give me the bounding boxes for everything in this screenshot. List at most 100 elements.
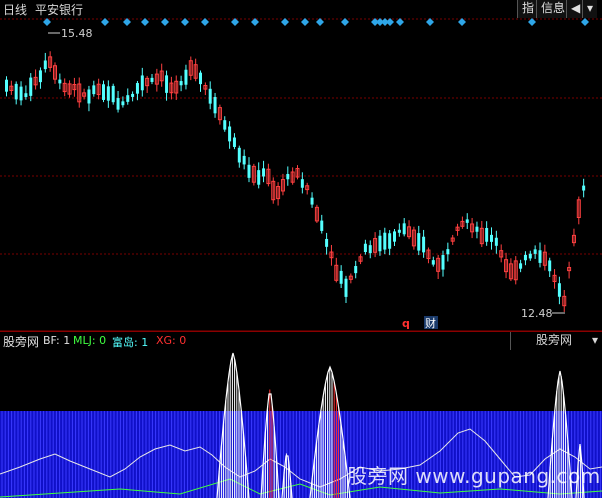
candle-body bbox=[441, 255, 445, 270]
candle-body bbox=[140, 75, 144, 91]
candle-body bbox=[465, 219, 469, 223]
candle-body bbox=[43, 60, 47, 70]
candle-body bbox=[213, 97, 217, 114]
info-button[interactable]: 信息 bbox=[536, 0, 570, 18]
candle-body bbox=[135, 83, 139, 94]
candle-body bbox=[417, 233, 421, 251]
candle-body bbox=[5, 79, 8, 92]
candle-body bbox=[339, 270, 343, 284]
bf-value: BF: 1 bbox=[43, 334, 71, 347]
candle-body bbox=[300, 179, 304, 188]
candle-body bbox=[247, 164, 251, 178]
candle-body bbox=[485, 227, 489, 242]
signal-diamond-icon bbox=[341, 18, 349, 26]
candle-body bbox=[121, 101, 125, 106]
low-annotation: 12.48 bbox=[521, 307, 565, 320]
candle-body bbox=[475, 226, 479, 232]
candle-body bbox=[548, 260, 552, 272]
candle-body bbox=[58, 79, 62, 84]
signal-diamond-icon bbox=[141, 18, 149, 26]
candle-body bbox=[310, 197, 314, 205]
candle-body bbox=[528, 253, 532, 259]
candle-body bbox=[557, 283, 561, 297]
fudao-value: 富岛: 1 bbox=[112, 336, 149, 349]
candle-body bbox=[184, 69, 188, 85]
indicator-name: 股旁网 bbox=[3, 335, 40, 349]
grid-lines bbox=[0, 18, 602, 331]
candle-body bbox=[24, 93, 28, 98]
signal-diamond-icon bbox=[281, 18, 289, 26]
signal-diamond-icon bbox=[201, 18, 209, 26]
candle-body bbox=[106, 86, 110, 101]
candle-body bbox=[242, 155, 246, 165]
candle-body bbox=[363, 243, 367, 253]
high-annotation: 15.48 bbox=[48, 27, 93, 40]
title-bar: 日线 平安银行 指 信息 ◀ ▾ bbox=[0, 0, 602, 18]
candle-body bbox=[165, 75, 169, 93]
candle-body bbox=[232, 137, 236, 147]
candle-body bbox=[223, 120, 227, 130]
stock-name: 平安银行 bbox=[35, 3, 84, 17]
candle-body bbox=[397, 229, 401, 233]
candle-body bbox=[582, 185, 586, 191]
candle-body bbox=[111, 85, 115, 103]
candle-body bbox=[538, 250, 542, 263]
candle-body bbox=[14, 83, 18, 100]
candle-body bbox=[286, 173, 290, 180]
indicator-dropdown[interactable]: 股旁网 ▾ bbox=[510, 332, 602, 350]
candle-body bbox=[262, 168, 266, 177]
candle-body bbox=[344, 278, 348, 297]
indicator-dropdown-label: 股旁网 bbox=[536, 333, 573, 347]
candle-body bbox=[38, 70, 42, 83]
candle-body bbox=[422, 236, 426, 253]
watermark-text: 股旁网 www.gupang.com bbox=[347, 464, 601, 488]
indicator-button[interactable]: 指 bbox=[517, 0, 539, 18]
xg-value: XG: 0 bbox=[156, 334, 187, 347]
candle-body bbox=[131, 93, 135, 97]
candle-body bbox=[87, 89, 91, 104]
period-label: 日线 bbox=[3, 3, 28, 17]
signal-diamond-icon bbox=[181, 18, 189, 26]
candle-body bbox=[533, 249, 537, 254]
candlesticks bbox=[5, 51, 586, 312]
candle-body bbox=[354, 266, 358, 274]
collapse-icon[interactable]: ▾ bbox=[582, 0, 598, 18]
candle-body bbox=[523, 254, 527, 261]
candle-body bbox=[325, 238, 329, 247]
candlestick-chart[interactable]: 15.48 12.48 q 财 bbox=[0, 18, 602, 331]
candle-body bbox=[179, 81, 183, 86]
candle-body bbox=[102, 84, 105, 100]
candle-body bbox=[228, 126, 232, 142]
candle-body bbox=[150, 77, 154, 82]
candle-body bbox=[378, 235, 382, 252]
low-price-label: 12.48 bbox=[521, 307, 553, 320]
candle-body bbox=[393, 231, 396, 242]
candle-body bbox=[402, 223, 406, 235]
candle-body bbox=[494, 237, 498, 246]
candle-body bbox=[126, 95, 130, 102]
chevron-down-icon: ▾ bbox=[591, 333, 598, 347]
candle-body bbox=[388, 233, 392, 249]
candle-body bbox=[257, 170, 261, 185]
candle-body bbox=[116, 98, 120, 110]
candle-body bbox=[383, 232, 387, 250]
signal-diamond-icon bbox=[581, 18, 589, 26]
candle-body bbox=[431, 260, 435, 265]
candle-body bbox=[320, 220, 324, 231]
q-event-marker[interactable]: q bbox=[402, 317, 410, 330]
signal-diamond-icon bbox=[101, 18, 109, 26]
candle-body bbox=[519, 263, 523, 269]
candle-body bbox=[490, 234, 493, 242]
candle-body bbox=[237, 147, 241, 163]
candle-body bbox=[446, 249, 450, 255]
high-price-label: 15.48 bbox=[61, 27, 93, 40]
candle-body bbox=[208, 88, 212, 104]
finance-event-marker[interactable]: 财 bbox=[425, 316, 436, 330]
candle-body bbox=[368, 245, 372, 254]
candle-body bbox=[92, 85, 96, 95]
mlj-value: MLJ: 0 bbox=[73, 334, 107, 347]
candle-body bbox=[199, 72, 202, 85]
candle-body bbox=[19, 86, 23, 101]
signal-diamond-icon bbox=[301, 18, 309, 26]
indicator-header: 股旁网 BF: 1 MLJ: 0 富岛: 1 XG: 0 股旁网 ▾ bbox=[0, 331, 602, 350]
